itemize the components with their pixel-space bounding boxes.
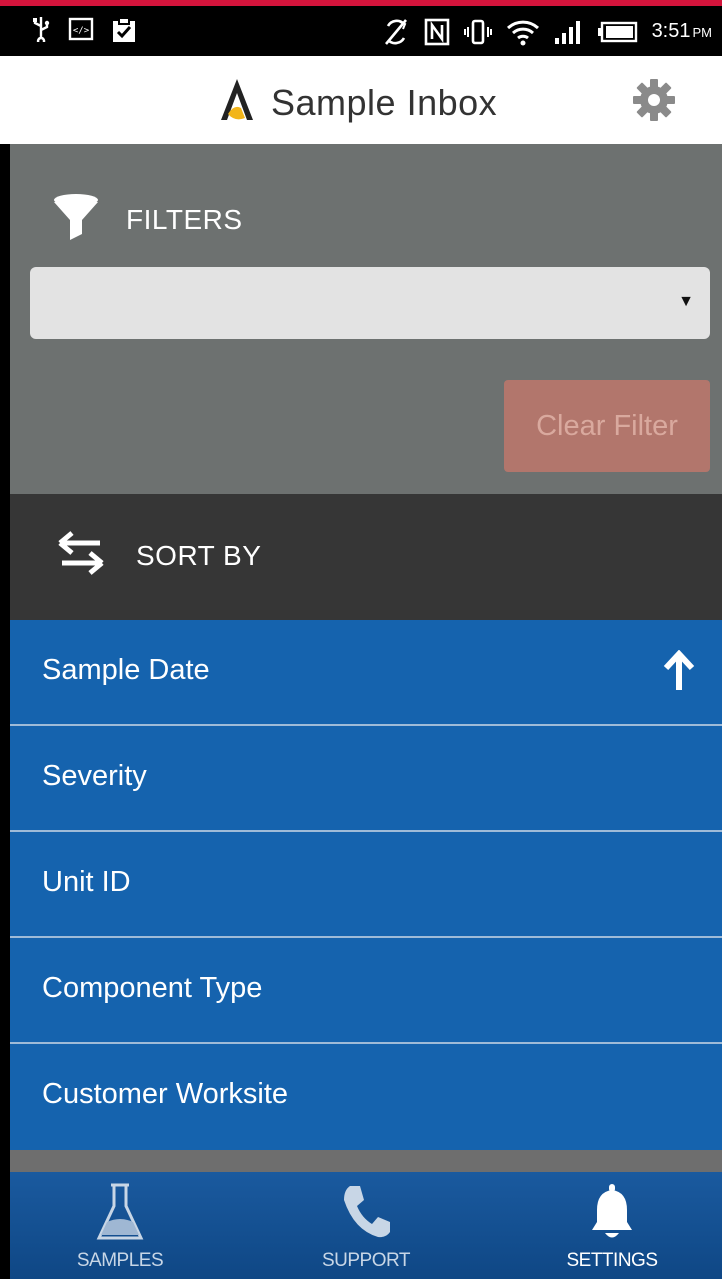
sort-option-label: Severity — [42, 760, 147, 792]
nav-settings-label: SETTINGS — [566, 1250, 658, 1271]
wifi-icon — [506, 18, 540, 46]
filters-panel: FILTERS ▼ Clear Filter — [10, 144, 722, 494]
bottom-navigation: SAMPLES SUPPORT SETTINGS — [10, 1172, 722, 1279]
gear-icon[interactable] — [632, 78, 676, 127]
sort-by-header: SORT BY — [56, 530, 261, 581]
sort-option-label: Component Type — [42, 972, 263, 1004]
sort-by-header-panel: SORT BY — [10, 494, 722, 620]
sort-by-label: SORT BY — [136, 539, 262, 571]
sync-off-icon — [382, 18, 410, 46]
sort-option-label: Unit ID — [42, 866, 131, 898]
nfc-icon — [424, 18, 450, 46]
nav-support-label: SUPPORT — [321, 1250, 411, 1271]
filters-header: FILTERS — [52, 192, 243, 247]
filters-label: FILTERS — [126, 203, 243, 235]
caret-down-icon: ▼ — [678, 293, 694, 310]
bell-icon — [589, 1182, 635, 1247]
clipboard-check-icon — [110, 16, 138, 44]
nav-samples-label: SAMPLES — [76, 1250, 164, 1271]
page-title: Sample Inbox — [271, 81, 498, 123]
sort-options-list: Sample Date Severity Unit ID Component T… — [10, 620, 722, 1150]
battery-icon — [597, 20, 638, 44]
sort-option-sample-date[interactable]: Sample Date — [10, 620, 722, 726]
vibrate-icon — [463, 18, 492, 46]
phone-icon — [340, 1182, 392, 1245]
status-bar: </> 3:51 PM — [0, 6, 722, 56]
main-content: FILTERS ▼ Clear Filter SORT BY Sample Da… — [10, 144, 722, 1172]
svg-text:</>: </> — [73, 26, 90, 36]
sort-option-severity[interactable]: Severity — [10, 726, 722, 832]
code-icon: </> — [68, 16, 94, 44]
clear-filter-button[interactable]: Clear Filter — [504, 380, 710, 472]
funnel-icon — [52, 192, 100, 247]
sort-option-component-type[interactable]: Component Type — [10, 938, 722, 1044]
nav-samples[interactable]: SAMPLES — [20, 1172, 220, 1279]
flask-icon — [95, 1182, 145, 1249]
swap-arrows-icon — [56, 530, 106, 581]
clock-time: 3:51 PM — [651, 20, 712, 42]
sort-option-label: Sample Date — [42, 654, 210, 686]
sort-option-unit-id[interactable]: Unit ID — [10, 832, 722, 938]
arrow-up-icon — [662, 649, 696, 697]
list-footer-divider — [10, 1150, 722, 1172]
filter-select[interactable]: ▼ — [30, 267, 710, 339]
nav-settings[interactable]: SETTINGS — [512, 1172, 712, 1279]
sort-option-label: Customer Worksite — [42, 1078, 289, 1110]
nav-support[interactable]: SUPPORT — [266, 1172, 466, 1279]
app-bar: Sample Inbox — [0, 56, 722, 144]
usb-icon — [30, 16, 52, 44]
sort-option-customer-worksite[interactable]: Customer Worksite — [10, 1044, 722, 1150]
flask-logo-icon — [215, 76, 259, 129]
signal-icon — [554, 18, 584, 46]
